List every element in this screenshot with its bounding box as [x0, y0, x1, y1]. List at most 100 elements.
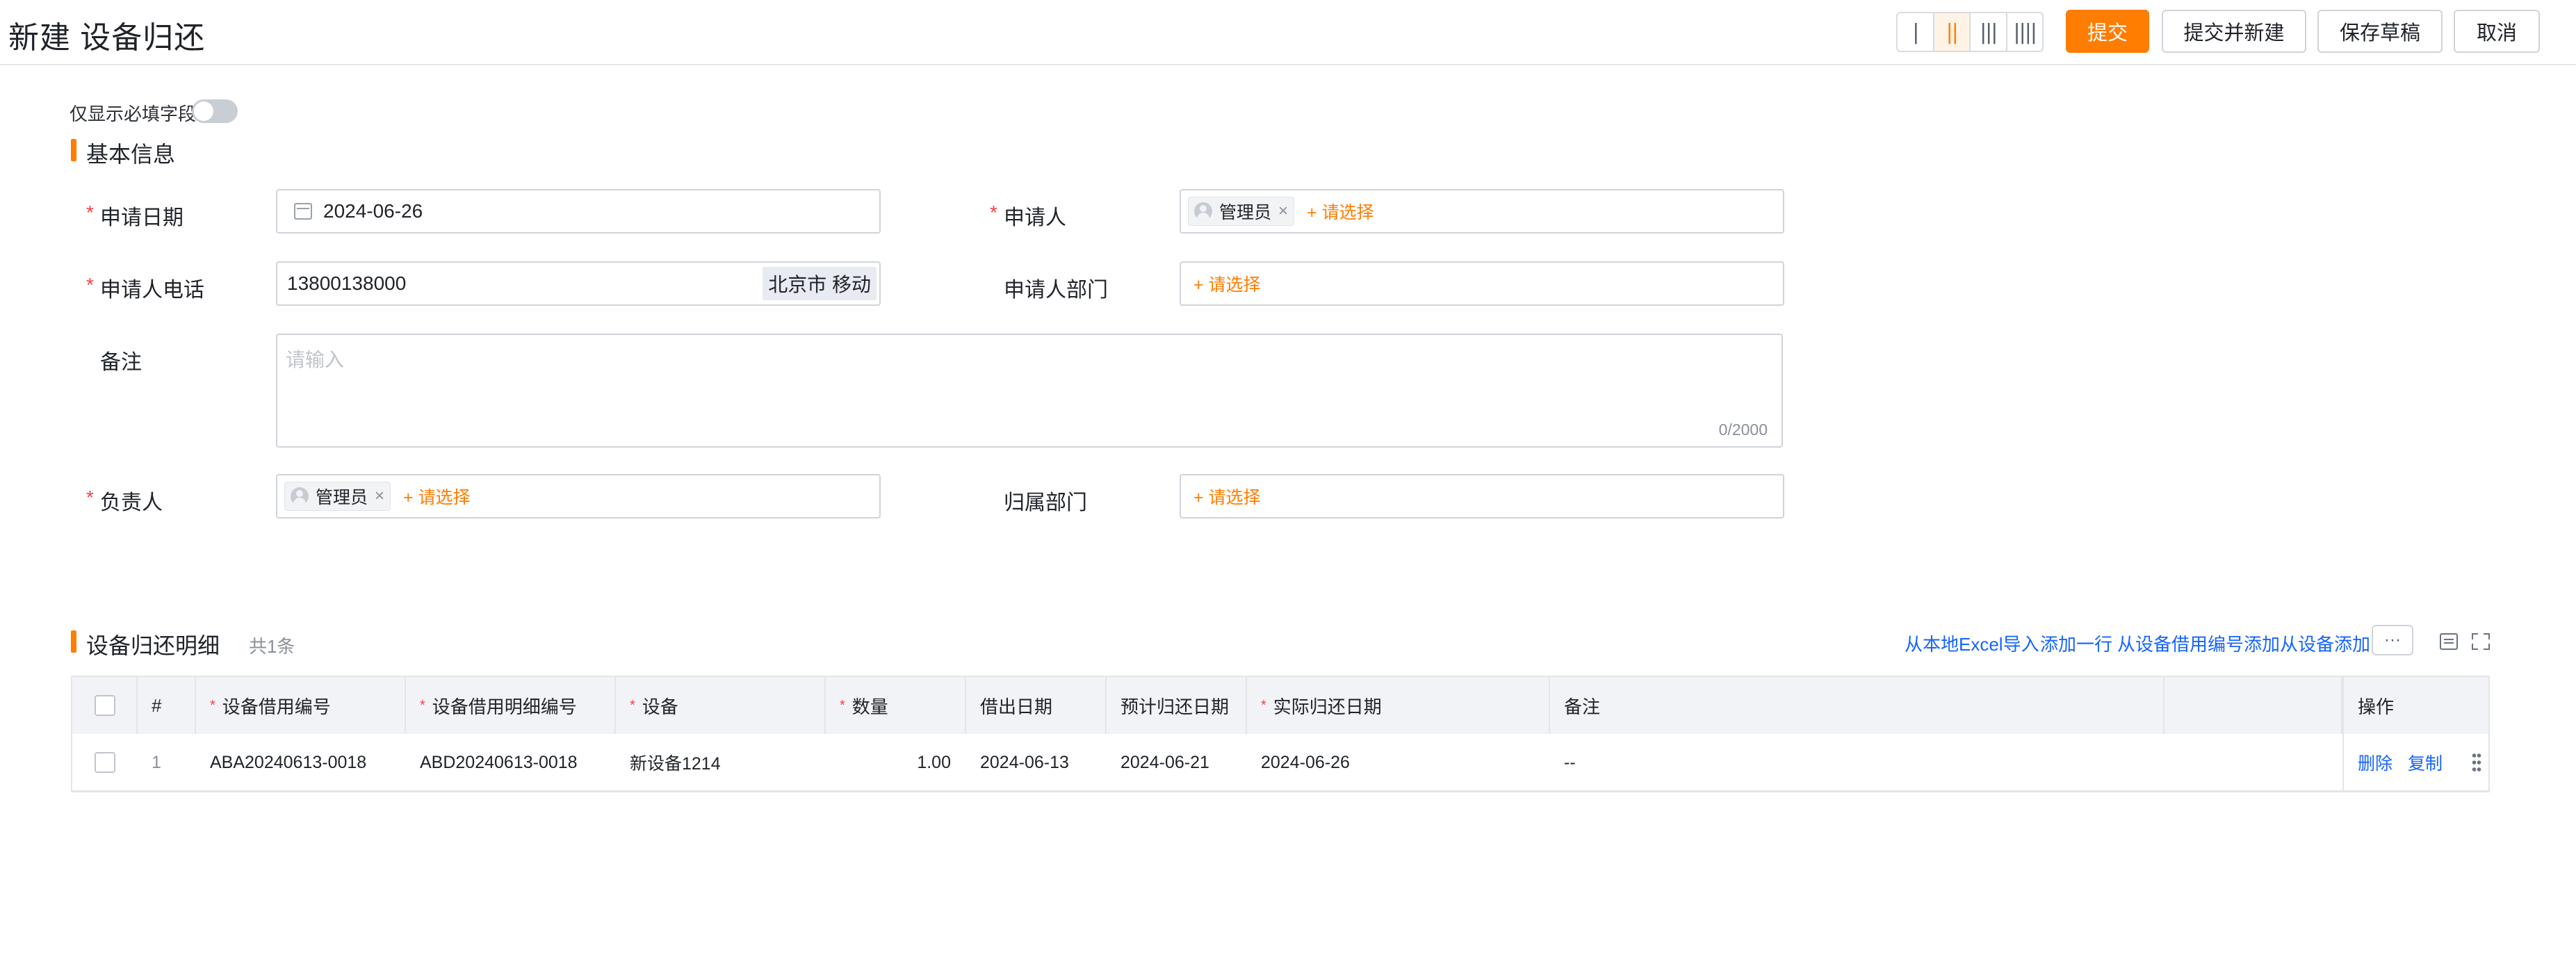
page-title: 新建 设备归还 — [8, 21, 206, 55]
row-divider — [72, 790, 2488, 792]
column-label: 设备 — [642, 696, 678, 717]
cell-expected-return[interactable]: 2024-06-21 — [1107, 734, 1247, 791]
layout-4-column-button[interactable]: |||| — [2007, 13, 2043, 51]
phone-carrier-badge: 北京市 移动 — [763, 267, 877, 300]
submit-and-new-button[interactable]: 提交并新建 — [2162, 10, 2306, 53]
column-header-spacer — [2165, 677, 2342, 734]
cell-detail-no[interactable]: ABD20240613-0018 — [406, 734, 616, 791]
user-avatar-icon — [1194, 202, 1212, 220]
submit-button[interactable]: 提交 — [2066, 10, 2149, 53]
cell-device[interactable]: 新设备1214 — [616, 734, 826, 791]
dept-pick-link[interactable]: + 请选择 — [1193, 271, 1261, 296]
phone-value: 13800138000 — [287, 272, 407, 294]
required-mark: * — [840, 697, 845, 713]
owner-tag-label: 管理员 — [316, 488, 368, 507]
copy-row-link[interactable]: 复制 — [2408, 750, 2443, 775]
remark-label: 备注 — [100, 351, 142, 374]
applicant-field[interactable]: 管理员 × + 请选择 — [1180, 189, 1784, 234]
select-all-checkbox[interactable] — [95, 695, 115, 716]
column-header-device: * 设备 — [616, 677, 826, 734]
phone-field[interactable]: 13800138000 北京市 移动 — [276, 261, 881, 306]
applicant-tag: 管理员 × — [1188, 197, 1295, 226]
owner-pick-link[interactable]: + 请选择 — [403, 484, 471, 509]
apply-date-field[interactable]: 2024-06-26 — [276, 189, 881, 234]
detail-row-count: 共1条 — [249, 636, 295, 657]
cell-borrow-no[interactable]: ABA20240613-0018 — [196, 734, 406, 791]
row-select-cell — [72, 734, 138, 791]
phone-label: 申请人电话 — [100, 279, 204, 302]
applicant-pick-link[interactable]: + 请选择 — [1307, 199, 1374, 224]
owner-dept-label: 归属部门 — [1004, 491, 1087, 514]
save-draft-button[interactable]: 保存草稿 — [2317, 10, 2443, 53]
basic-info-title: 基本信息 — [86, 142, 176, 167]
column-header-index: # — [138, 677, 196, 734]
close-icon[interactable]: × — [1278, 202, 1288, 221]
delete-row-link[interactable]: 删除 — [2358, 750, 2392, 775]
required-mark: * — [420, 697, 425, 713]
column-label: 设备借用明细编号 — [432, 696, 577, 717]
close-icon[interactable]: × — [375, 487, 384, 506]
remark-char-counter: 0/2000 — [1718, 421, 1768, 439]
add-row-link[interactable]: 添加一行 — [2040, 630, 2112, 656]
column-header-detail-no: * 设备借用明细编号 — [406, 677, 616, 734]
fullscreen-icon[interactable] — [2472, 633, 2490, 650]
required-mark: * — [1261, 697, 1266, 713]
column-label: 数量 — [851, 696, 888, 717]
detail-section-title: 设备归还明细 — [86, 633, 220, 658]
keyboard-icon[interactable] — [2440, 633, 2458, 650]
remark-placeholder: 请输入 — [286, 349, 345, 370]
applicant-tag-label: 管理员 — [1219, 203, 1272, 222]
import-excel-link[interactable]: 从本地Excel导入 — [1905, 630, 2039, 656]
layout-switcher: | || ||| |||| — [1896, 12, 2044, 52]
user-avatar-icon — [291, 487, 309, 505]
cell-qty[interactable]: 1.00 — [826, 734, 966, 791]
apply-date-value: 2024-06-26 — [323, 200, 423, 222]
required-mark: * — [86, 487, 94, 508]
column-label: 实际归还日期 — [1273, 696, 1382, 717]
required-mark: * — [86, 274, 94, 295]
dept-label: 申请人部门 — [1004, 279, 1108, 302]
required-mark: * — [990, 202, 997, 223]
apply-date-label: 申请日期 — [100, 206, 184, 229]
calendar-icon — [294, 203, 312, 220]
column-header-actual-return: * 实际归还日期 — [1247, 677, 1550, 734]
owner-dept-pick-link[interactable]: + 请选择 — [1193, 484, 1261, 509]
toggle-knob — [194, 101, 213, 121]
applicant-label: 申请人 — [1004, 206, 1066, 229]
column-header-qty: * 数量 — [826, 677, 966, 734]
column-header-borrow-no: * 设备借用编号 — [196, 677, 406, 734]
section-accent-bar — [71, 139, 76, 161]
owner-field[interactable]: 管理员 × + 请选择 — [276, 474, 881, 519]
section-accent-bar — [71, 630, 76, 653]
remark-textarea[interactable]: 请输入 0/2000 — [276, 334, 1783, 448]
cell-actual-return[interactable]: 2024-06-26 — [1247, 734, 1550, 791]
owner-label: 负责人 — [100, 491, 163, 514]
select-all-cell — [72, 677, 138, 734]
more-actions-button[interactable]: ··· — [2372, 625, 2413, 655]
layout-3-column-button[interactable]: ||| — [1971, 13, 2007, 51]
column-label: 设备借用编号 — [222, 696, 331, 717]
cancel-button[interactable]: 取消 — [2454, 10, 2540, 53]
required-only-toggle[interactable] — [192, 99, 238, 123]
required-mark: * — [210, 697, 215, 713]
drag-handle-icon[interactable] — [2472, 752, 2481, 773]
cell-actions: 删除 复制 — [2342, 734, 2488, 791]
layout-1-column-button[interactable]: | — [1898, 13, 1934, 51]
row-index: 1 — [152, 752, 161, 772]
row-checkbox[interactable] — [95, 752, 115, 773]
column-header-lend-date: 借出日期 — [966, 677, 1107, 734]
detail-table: # * 设备借用编号 * 设备借用明细编号 * 设备 * 数量 借出日期 预计归还日期 … — [71, 676, 2490, 792]
column-header-remark: 备注 — [1550, 677, 2165, 734]
cell-remark[interactable]: -- — [1550, 734, 2165, 791]
required-mark: * — [86, 202, 94, 223]
dept-field[interactable]: + 请选择 — [1180, 261, 1784, 306]
add-from-device-link[interactable]: 从设备添加 — [2280, 630, 2370, 656]
add-from-borrow-no-link[interactable]: 从设备借用编号添加 — [2117, 630, 2280, 656]
column-header-actions: 操作 — [2342, 677, 2488, 734]
cell-lend-date[interactable]: 2024-06-13 — [966, 734, 1107, 791]
layout-2-column-button[interactable]: || — [1934, 13, 1971, 51]
required-only-label: 仅显示必填字段 — [70, 104, 197, 124]
required-mark: * — [630, 697, 635, 713]
owner-tag: 管理员 × — [284, 482, 391, 511]
owner-dept-field[interactable]: + 请选择 — [1180, 474, 1784, 519]
